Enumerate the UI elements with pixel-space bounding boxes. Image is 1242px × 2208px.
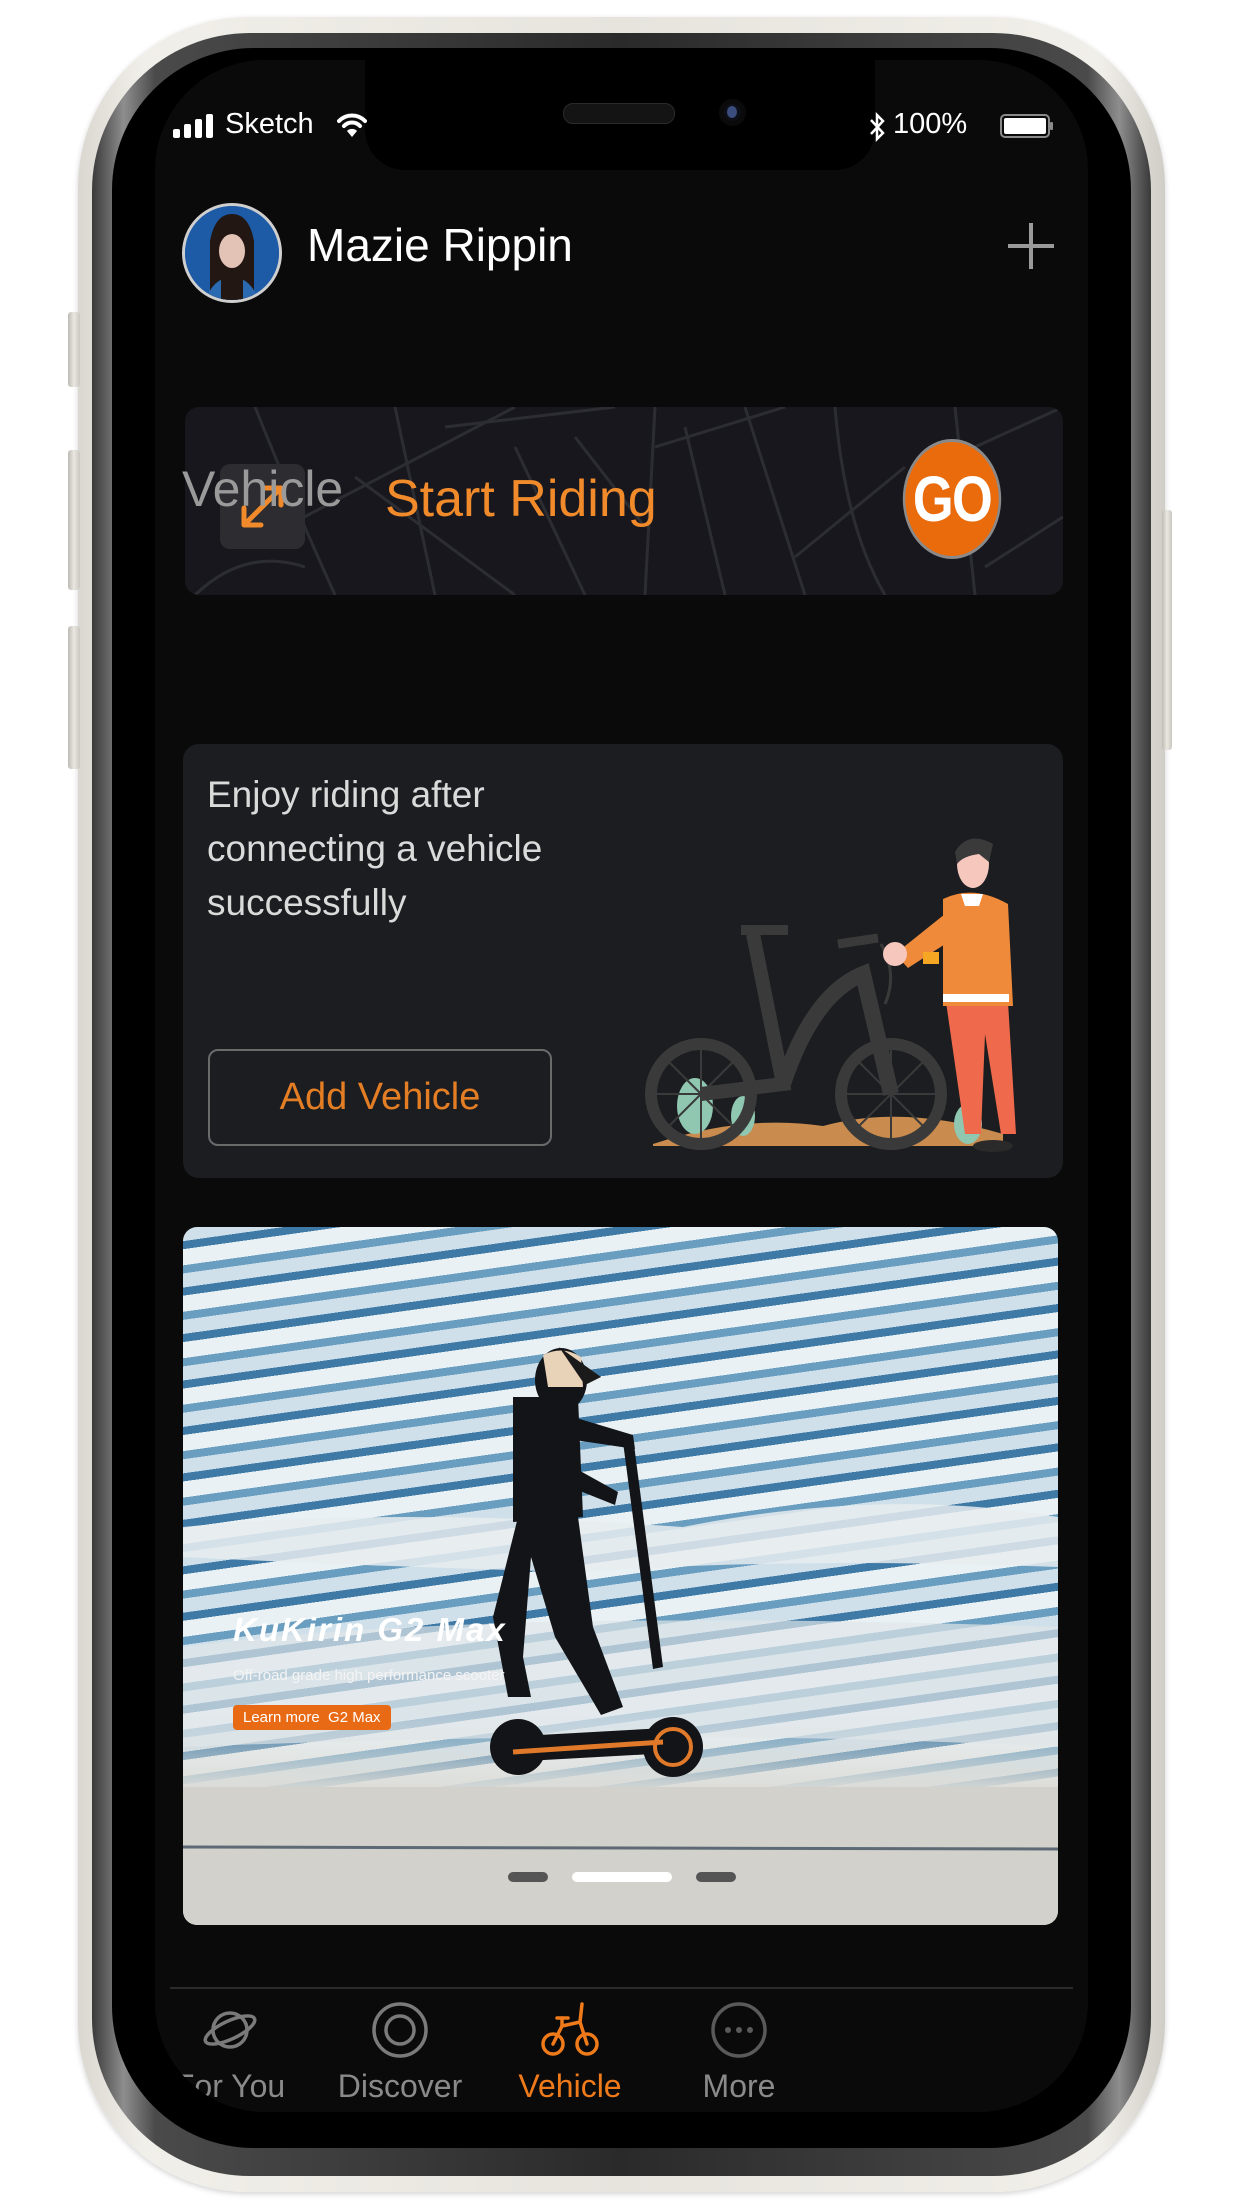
bluetooth-icon: [870, 112, 885, 142]
banner-title: KuKirin G2 Max: [233, 1611, 507, 1648]
learn-more-button[interactable]: Learn more G2 Max: [233, 1705, 391, 1730]
more-dots-icon: [711, 2002, 767, 2058]
volume-up-button: [68, 450, 80, 590]
vehicle-empty-card: Enjoy riding after connecting a vehicle …: [183, 744, 1063, 1178]
banner-subtitle: Off-road grade high performance scooter: [233, 1667, 505, 1684]
tab-discover[interactable]: Discover: [310, 2000, 490, 2105]
avatar-portrait: [185, 206, 279, 300]
tab-more[interactable]: More: [649, 2000, 829, 2105]
vehicle-empty-description: Enjoy riding after connecting a vehicle …: [207, 774, 543, 923]
battery-percent: 100%: [893, 108, 968, 140]
carrier-name: Sketch: [225, 108, 314, 140]
battery-icon: [1000, 114, 1053, 138]
start-riding-label: Start Riding: [385, 470, 657, 528]
add-vehicle-button[interactable]: Add Vehicle: [208, 1049, 552, 1146]
banner-photo-scooter-rider: [183, 1347, 1058, 1925]
user-name: Mazie Rippin: [307, 219, 573, 271]
status-bar: Sketch 100%: [173, 108, 1073, 148]
tab-for-you[interactable]: For You: [155, 2000, 320, 2105]
carousel-dots: [508, 1872, 738, 1882]
volume-down-button: [68, 626, 80, 769]
tab-label: More: [702, 2068, 776, 2104]
screen: Sketch 100% Mazie Rippin Start Riding GO…: [155, 60, 1088, 2112]
carousel-dot[interactable]: [508, 1872, 548, 1882]
bike-person-illustration: [645, 838, 1016, 1152]
bicycle-icon: [541, 2002, 599, 2056]
promo-banner[interactable]: KuKirin G2 Max Off-road grade high perfo…: [183, 1227, 1058, 1925]
planet-icon: [203, 2011, 257, 2049]
avatar[interactable]: [182, 203, 282, 303]
tab-label: For You: [174, 2068, 286, 2104]
tab-bar: For You Discover Vehicle More: [155, 2000, 1088, 2112]
tab-bar-divider: [170, 1987, 1073, 1989]
plus-icon[interactable]: [1005, 220, 1057, 272]
vehicle-section-title: Vehicle: [182, 461, 344, 517]
tab-vehicle[interactable]: Vehicle: [480, 2000, 660, 2105]
tab-label: Vehicle: [518, 2068, 622, 2104]
power-button: [1162, 510, 1172, 750]
tab-label: Discover: [337, 2068, 463, 2104]
wifi-icon: [337, 113, 367, 137]
mute-switch: [68, 312, 80, 387]
signal-bars-icon: [173, 114, 217, 138]
go-button[interactable]: GO: [902, 439, 1002, 559]
carousel-dot[interactable]: [696, 1872, 736, 1882]
discover-circle-icon: [372, 2002, 428, 2058]
carousel-dot-active[interactable]: [572, 1872, 672, 1882]
